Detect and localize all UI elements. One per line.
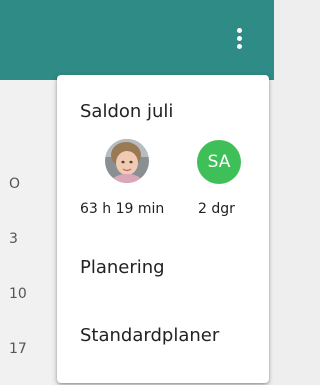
user-stat-hours: 63 h 19 min xyxy=(80,201,165,217)
child-avatar xyxy=(105,139,149,183)
more-vertical-icon xyxy=(237,28,243,50)
date-label: 10 xyxy=(9,286,27,302)
weekday-label: O xyxy=(9,176,21,192)
more-options-button[interactable] xyxy=(226,22,254,56)
user-stat-days: 2 dgr xyxy=(198,201,235,217)
date-label: 3 xyxy=(9,231,18,247)
overflow-menu: Saldon juli SA 63 h 19 min 2 dgr Planeri… xyxy=(57,75,269,383)
date-label: 17 xyxy=(9,341,27,357)
menu-item-standardplaner[interactable]: Standardplaner xyxy=(80,325,219,346)
menu-title: Saldon juli xyxy=(80,101,174,122)
initials-avatar: SA xyxy=(197,140,241,184)
child-photo-icon xyxy=(105,139,149,183)
menu-item-planering[interactable]: Planering xyxy=(80,257,165,278)
app-bar xyxy=(0,0,274,80)
page: O 3 10 17 Saldon juli SA 63 h 19 min 2 d… xyxy=(0,0,274,385)
